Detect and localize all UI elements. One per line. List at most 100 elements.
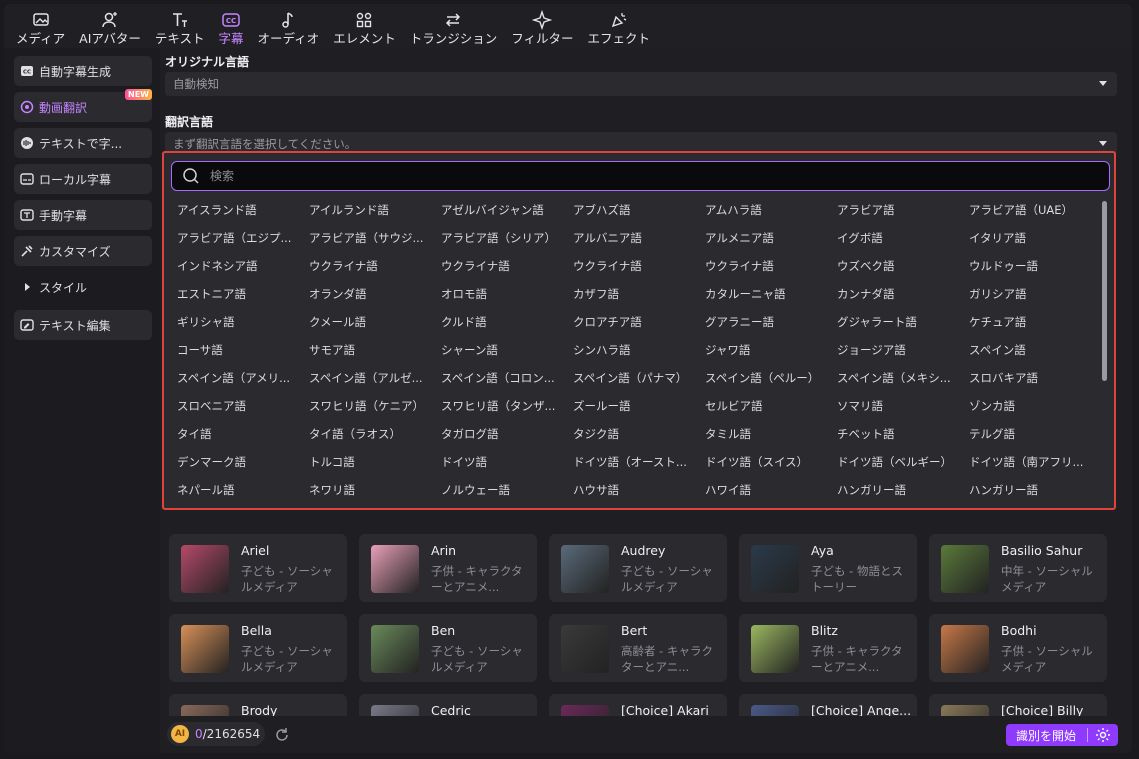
voice-card[interactable]: Bella 子ども - ソーシャルメディア xyxy=(169,614,347,682)
language-option[interactable]: アルバニア語 xyxy=(573,228,701,248)
voice-card[interactable]: Basilio Sahur 中年 - ソーシャルメディア xyxy=(929,534,1107,602)
language-option[interactable]: ドイツ語（オースト... xyxy=(573,452,701,472)
gear-icon[interactable] xyxy=(1094,726,1112,744)
language-option[interactable]: スペイン語 xyxy=(969,340,1097,360)
language-option[interactable]: カンナダ語 xyxy=(837,284,965,304)
tab-subtitle[interactable]: CC 字幕 xyxy=(212,4,251,48)
voice-card[interactable]: Blitz 子供 - キャラクターとアニメ... xyxy=(739,614,917,682)
language-option[interactable]: タイ語 xyxy=(177,424,305,444)
language-option[interactable]: アブハズ語 xyxy=(573,200,701,220)
start-recognition-button[interactable]: 識別を開始 xyxy=(1006,724,1118,746)
voice-card[interactable]: Ariel 子ども - ソーシャルメディア xyxy=(169,534,347,602)
language-option[interactable]: カザフ語 xyxy=(573,284,701,304)
language-option[interactable]: スペイン語（コロン... xyxy=(441,368,569,388)
language-option[interactable]: スペイン語（パナマ） xyxy=(573,368,701,388)
language-option[interactable]: ソマリ語 xyxy=(837,396,965,416)
language-option[interactable]: スロベニア語 xyxy=(177,396,305,416)
tab-ai-avatar[interactable]: AIアバター xyxy=(72,4,148,48)
search-input[interactable] xyxy=(210,169,1090,183)
language-option[interactable]: ジャワ語 xyxy=(705,340,833,360)
language-option[interactable]: ウクライナ語 xyxy=(573,256,701,276)
language-option[interactable]: アムハラ語 xyxy=(705,200,833,220)
language-option[interactable]: デンマーク語 xyxy=(177,452,305,472)
voice-card[interactable]: Ben 子ども - ソーシャルメディア xyxy=(359,614,537,682)
language-option[interactable]: アイスランド語 xyxy=(177,200,305,220)
scrollbar[interactable] xyxy=(1102,201,1108,501)
language-option[interactable]: グアラニー語 xyxy=(705,312,833,332)
language-option[interactable]: クロアチア語 xyxy=(573,312,701,332)
search-field[interactable] xyxy=(171,161,1110,191)
voice-card[interactable]: Bodhi 子供 - ソーシャルメディア xyxy=(929,614,1107,682)
language-option[interactable]: テルグ語 xyxy=(969,424,1097,444)
voice-card[interactable]: Audrey 子ども - ソーシャルメディア xyxy=(549,534,727,602)
refresh-icon[interactable] xyxy=(273,726,291,744)
language-option[interactable]: タガログ語 xyxy=(441,424,569,444)
language-option[interactable]: ハンガリー語 xyxy=(837,480,965,500)
sidebar-item-video-translate[interactable]: 動画翻訳 NEW xyxy=(14,89,152,122)
tab-element[interactable]: エレメント xyxy=(326,4,403,48)
language-option[interactable]: ゾンカ語 xyxy=(969,396,1097,416)
language-option[interactable]: スペイン語（アメリ... xyxy=(177,368,305,388)
language-option[interactable]: スワヒリ語（ケニア） xyxy=(309,396,437,416)
sidebar-item-customize[interactable]: カスタマイズ xyxy=(14,236,152,266)
language-option[interactable]: イタリア語 xyxy=(969,228,1097,248)
language-option[interactable]: ドイツ語（南アフリ... xyxy=(969,452,1097,472)
tab-filter[interactable]: フィルター xyxy=(504,4,580,48)
language-option[interactable]: ウズベク語 xyxy=(837,256,965,276)
language-option[interactable]: タイ語（ラオス） xyxy=(309,424,437,444)
language-option[interactable]: グジャラート語 xyxy=(837,312,965,332)
language-option[interactable]: アゼルバイジャン語 xyxy=(441,200,569,220)
language-option[interactable]: アイルランド語 xyxy=(309,200,437,220)
language-option[interactable]: コーサ語 xyxy=(177,340,305,360)
language-option[interactable]: インドネシア語 xyxy=(177,256,305,276)
language-option[interactable]: ハンガリー語 xyxy=(969,480,1097,500)
language-option[interactable]: タジク語 xyxy=(573,424,701,444)
language-option[interactable]: オランダ語 xyxy=(309,284,437,304)
voice-card[interactable]: Aya 子ども - 物語とストーリー xyxy=(739,534,917,602)
language-option[interactable]: ドイツ語（ベルギー） xyxy=(837,452,965,472)
language-option[interactable]: エストニア語 xyxy=(177,284,305,304)
language-option[interactable]: クルド語 xyxy=(441,312,569,332)
language-option[interactable]: イグボ語 xyxy=(837,228,965,248)
sidebar-item-local-subtitle[interactable]: ローカル字幕 xyxy=(14,164,152,194)
tab-effect[interactable]: エフェクト xyxy=(580,4,657,48)
sidebar-item-style[interactable]: スタイル xyxy=(14,272,152,302)
language-option[interactable]: ケチュア語 xyxy=(969,312,1097,332)
voice-card[interactable]: Arin 子供 - キャラクターとアニメ... xyxy=(359,534,537,602)
tab-transition[interactable]: トランジション xyxy=(403,4,505,48)
language-option[interactable]: スペイン語（ペルー） xyxy=(705,368,833,388)
language-option[interactable]: スペイン語（アルゼ... xyxy=(309,368,437,388)
language-option[interactable]: ウクライナ語 xyxy=(309,256,437,276)
language-option[interactable]: ガリシア語 xyxy=(969,284,1097,304)
language-option[interactable]: ネワリ語 xyxy=(309,480,437,500)
language-option[interactable]: オロモ語 xyxy=(441,284,569,304)
language-option[interactable]: スロバキア語 xyxy=(969,368,1097,388)
language-option[interactable]: ネパール語 xyxy=(177,480,305,500)
language-option[interactable]: セルビア語 xyxy=(705,396,833,416)
language-option[interactable]: クメール語 xyxy=(309,312,437,332)
language-option[interactable]: ハウサ語 xyxy=(573,480,701,500)
tab-media[interactable]: メディア xyxy=(4,4,72,48)
sidebar-item-text-to-subtitle[interactable]: テキストで字... xyxy=(14,128,152,158)
language-option[interactable]: アラビア語（シリア） xyxy=(441,228,569,248)
language-option[interactable]: ハワイ語 xyxy=(705,480,833,500)
language-option[interactable]: タミル語 xyxy=(705,424,833,444)
language-option[interactable]: チベット語 xyxy=(837,424,965,444)
language-option[interactable]: ノルウェー語 xyxy=(441,480,569,500)
sidebar-item-manual-subtitle[interactable]: 手動字幕 xyxy=(14,200,152,230)
language-option[interactable]: ウクライナ語 xyxy=(441,256,569,276)
language-option[interactable]: アラビア語（UAE） xyxy=(969,200,1097,220)
language-option[interactable]: アルメニア語 xyxy=(705,228,833,248)
language-option[interactable]: サモア語 xyxy=(309,340,437,360)
language-option[interactable]: トルコ語 xyxy=(309,452,437,472)
sidebar-item-auto-subtitle[interactable]: CC 自動字幕生成 xyxy=(14,56,152,86)
language-option[interactable]: ジョージア語 xyxy=(837,340,965,360)
tab-audio[interactable]: オーディオ xyxy=(251,4,327,48)
language-option[interactable]: ギリシャ語 xyxy=(177,312,305,332)
language-option[interactable]: アラビア語 xyxy=(837,200,965,220)
language-option[interactable]: スワヒリ語（タンザ... xyxy=(441,396,569,416)
sidebar-item-text-edit[interactable]: テキスト編集 xyxy=(14,310,152,340)
voice-card[interactable]: Bert 高齢者 - キャラクターとアニ... xyxy=(549,614,727,682)
language-option[interactable]: ドイツ語 xyxy=(441,452,569,472)
language-option[interactable]: アラビア語（サウジ... xyxy=(309,228,437,248)
